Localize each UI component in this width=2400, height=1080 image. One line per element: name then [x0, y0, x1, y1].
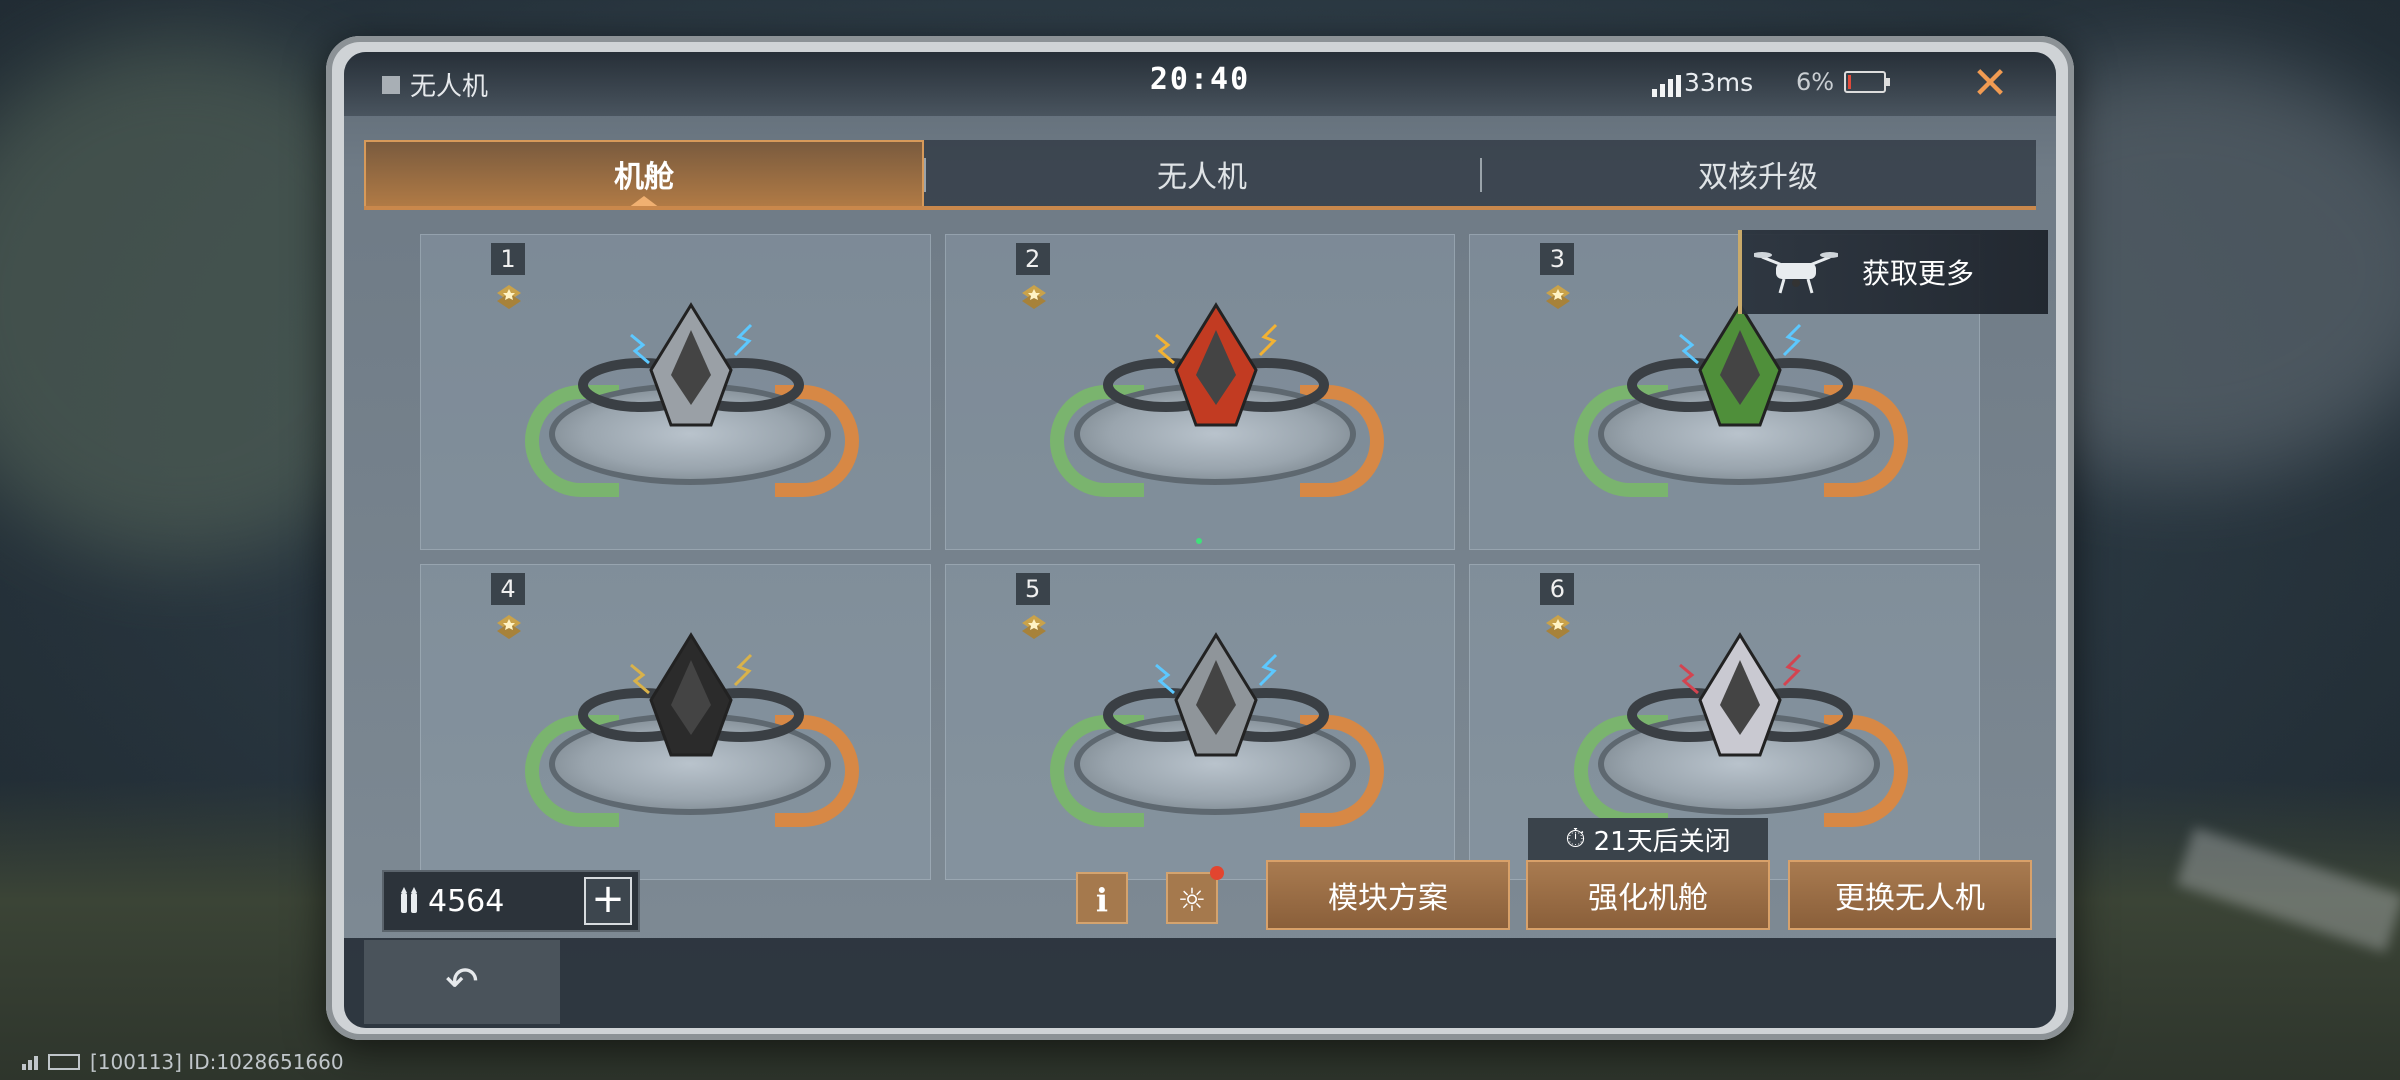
drone-model-icon [1627, 632, 1854, 757]
rank-badge-icon [497, 285, 521, 309]
add-currency-button[interactable]: + [584, 877, 632, 925]
cabin-grid: 1 2 3 4 5 6 [420, 234, 1980, 880]
slot-number: 5 [1015, 573, 1050, 605]
tab-underline [364, 206, 2036, 210]
cabin-slot[interactable]: 5 [944, 564, 1456, 880]
get-more-label: 获取更多 [1862, 257, 1975, 290]
settings-button[interactable]: ☼ [1166, 866, 1224, 924]
close-button[interactable]: ✕ [1968, 62, 2012, 106]
ammo-icon [401, 887, 417, 913]
info-button[interactable]: i [1076, 872, 1128, 924]
rank-badge-icon [1021, 285, 1046, 309]
tablet-screen: 无人机 20:40 33ms 6% ✕ 机舱 无人机 双核升级 1 2 3 4 5 6 获… [344, 52, 2056, 1028]
back-arrow-icon: ↶ [445, 959, 479, 1005]
rank-badge-icon [1021, 615, 1046, 639]
slot-number: 4 [491, 573, 525, 605]
drone-model-icon [578, 632, 804, 757]
timer-label: 21天后关闭 [1593, 826, 1731, 857]
signal-icon [1652, 75, 1681, 97]
get-more-button[interactable]: 获取更多 [1738, 230, 2048, 314]
battery-icon [1844, 71, 1891, 93]
back-button[interactable]: ↶ [364, 940, 560, 1024]
rank-badge-icon [1546, 615, 1571, 639]
module-plan-button[interactable]: 模块方案 [1266, 860, 1510, 930]
slot-number: 1 [491, 243, 525, 275]
slot-number: 3 [1540, 243, 1575, 275]
upgrade-cabin-button[interactable]: 强化机舱 [1526, 860, 1770, 930]
device-id: [100113] ID:1028651660 [90, 1050, 344, 1074]
rank-badge-icon [1546, 285, 1571, 309]
slot-number: 6 [1540, 573, 1575, 605]
currency-value: 4564 [428, 883, 505, 919]
rank-badge-icon [497, 615, 521, 639]
tab-cabin[interactable]: 机舱 [364, 140, 924, 208]
battery-indicator: 6% [1796, 68, 1891, 96]
info-icon: i [1095, 881, 1109, 919]
close-timer: ⏱ 21天后关闭 [1528, 818, 1768, 860]
drone-model-icon [1102, 632, 1329, 757]
drone-model-icon [1102, 302, 1329, 427]
drone-model-icon [578, 302, 804, 427]
cabin-slot[interactable]: 1 [420, 234, 931, 550]
battery-icon [48, 1054, 80, 1070]
gear-icon: ☼ [1177, 881, 1207, 919]
ping-indicator: 33ms [1652, 68, 1753, 97]
battery-percent: 6% [1796, 68, 1835, 96]
tab-dual-core-upgrade[interactable]: 双核升级 [1480, 140, 2036, 208]
tab-bar: 机舱 无人机 双核升级 [364, 140, 2036, 208]
stopwatch-icon: ⏱ [1565, 823, 1586, 854]
device-status: [100113] ID:1028651660 [22, 1050, 344, 1074]
currency-box: 4564 + [382, 870, 640, 932]
swap-drone-button[interactable]: 更换无人机 [1788, 860, 2032, 930]
center-marker [1196, 538, 1202, 544]
slot-number: 2 [1015, 243, 1050, 275]
cabin-slot[interactable]: 4 [420, 564, 931, 880]
bottom-bar [344, 938, 2056, 1028]
drone-icon [1754, 252, 1838, 294]
signal-icon [22, 1054, 38, 1070]
cabin-slot[interactable]: 2 [944, 234, 1456, 550]
status-bar: 无人机 20:40 33ms 6% ✕ [344, 52, 2056, 116]
notification-dot [1210, 866, 1224, 880]
tab-drone[interactable]: 无人机 [924, 140, 1480, 208]
ping-value: 33ms [1684, 68, 1754, 97]
